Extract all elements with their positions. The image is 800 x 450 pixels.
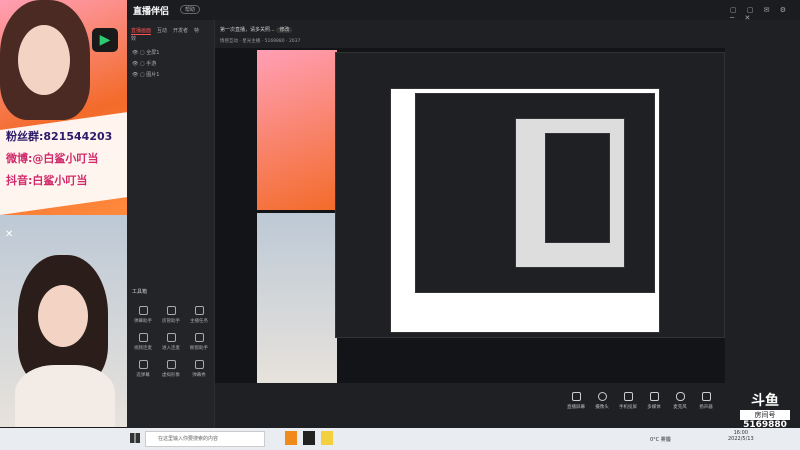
tool-button[interactable]: 弹幕助手 bbox=[129, 306, 157, 324]
tool-button[interactable]: 虚拟形象 bbox=[157, 360, 185, 378]
tool-button[interactable]: 主播任务 bbox=[185, 306, 213, 324]
tool-button[interactable]: 视频连麦 bbox=[129, 333, 157, 351]
stream-title: 第一次直播，请多关照... 修改 bbox=[220, 26, 293, 33]
tab-interact[interactable]: 互动 bbox=[157, 28, 167, 34]
tab-dev[interactable]: 开发者 bbox=[173, 28, 188, 34]
scene-item[interactable]: 👁 ▢ 全屏1 bbox=[127, 48, 214, 59]
taskbar-search-input[interactable]: 在这里输入你要搜索的内容 bbox=[145, 431, 265, 447]
scene-item[interactable]: 👁 ▢ 图片1 bbox=[127, 70, 214, 81]
tab-live[interactable]: 直播画面 bbox=[131, 28, 152, 35]
douyu-watermark: 斗鱼 房间号 5169880 bbox=[740, 390, 790, 430]
window-controls[interactable]: ▢ ▢ ✉ ⚙ ─ ✕ bbox=[730, 6, 800, 22]
promo-image: ▶ 粉丝群:821544203 微博:@白鲨小叮当 抖音:白鲨小叮当 bbox=[0, 0, 127, 215]
close-icon[interactable]: ✕ bbox=[5, 229, 13, 240]
windows-start-icon[interactable] bbox=[130, 433, 140, 443]
speaker-button[interactable]: 扬声器 bbox=[694, 392, 718, 410]
media-button[interactable]: 多媒体 bbox=[642, 392, 666, 410]
webcam-view: ✕ bbox=[0, 215, 127, 427]
tool-button[interactable]: 房管助手 bbox=[157, 306, 185, 324]
help-button[interactable]: 帮助 bbox=[180, 5, 201, 14]
screen-capture-button[interactable]: 直播屏幕 bbox=[564, 392, 588, 410]
taskbar bbox=[0, 428, 800, 450]
title-bar bbox=[127, 0, 800, 20]
microphone-button[interactable]: 麦克风 bbox=[668, 392, 692, 410]
stream-info: 情感互动 · 星光主播 · 5169880 · 2037 bbox=[220, 39, 301, 44]
taskbar-apps[interactable] bbox=[285, 431, 333, 447]
app-logo: 直播伴侣 bbox=[133, 7, 170, 17]
toolbox-title: 工具箱 bbox=[132, 289, 148, 295]
tool-button[interactable]: 选弹幕 bbox=[129, 360, 157, 378]
douyin-text: 抖音:白鲨小叮当 bbox=[6, 174, 88, 187]
tool-button[interactable]: 弹幕秀 bbox=[185, 360, 213, 378]
fan-group-text: 粉丝群:821544203 bbox=[6, 130, 113, 143]
sidebar: 直播画面 互动 开发者 特效 👁 ▢ 全屏1 👁 ▢ 手游 👁 ▢ 图片1 工具箱 弹… bbox=[127, 20, 215, 428]
tool-button[interactable]: 进入连麦 bbox=[157, 333, 185, 351]
scene-item[interactable]: 👁 ▢ 手游 bbox=[127, 59, 214, 70]
tool-button[interactable]: 橱窗助手 bbox=[185, 333, 213, 351]
play-icon: ▶ bbox=[92, 28, 118, 52]
control-bar: 直播屏幕 摄像头 手机投屏 多媒体 麦克风 扬声器 bbox=[564, 392, 720, 410]
preview-canvas bbox=[215, 48, 725, 383]
phone-cast-button[interactable]: 手机投屏 bbox=[616, 392, 640, 410]
clock: 16:00 2022/5/13 bbox=[728, 430, 754, 442]
weibo-text: 微博:@白鲨小叮当 bbox=[6, 152, 99, 165]
camera-button[interactable]: 摄像头 bbox=[590, 392, 614, 410]
weather: 0°C 雾霾 bbox=[650, 437, 671, 443]
edit-title-button[interactable]: 修改 bbox=[276, 27, 293, 33]
